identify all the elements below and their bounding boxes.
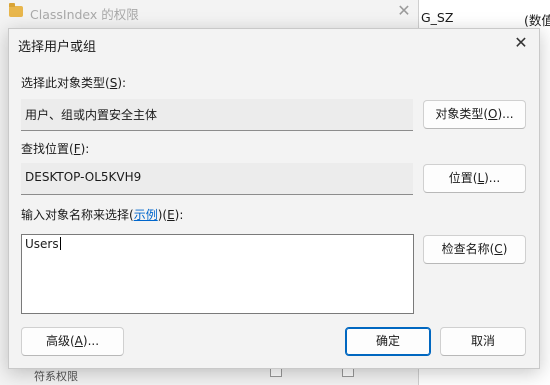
ok-button[interactable]: 确定	[345, 327, 431, 356]
close-icon[interactable]: ✕	[509, 32, 533, 54]
object-names-text: Users	[25, 237, 61, 251]
close-icon[interactable]: ✕	[395, 2, 413, 20]
cancel-button[interactable]: 取消	[440, 327, 526, 356]
text-caret	[59, 237, 61, 250]
background-titlebar: ClassIndex 的权限 ✕	[0, 0, 418, 26]
location-value: DESKTOP-OL5KVH9	[25, 170, 142, 184]
background-list-cell: (数值	[524, 13, 550, 28]
background-window-title: ClassIndex 的权限	[30, 7, 139, 22]
background-list-cell: G_SZ	[421, 10, 454, 25]
object-type-field: 用户、组或内置安全主体	[21, 99, 413, 131]
examples-link[interactable]: 示例	[134, 208, 158, 222]
background-row-label: 符系权限	[34, 370, 78, 383]
locations-button[interactable]: 位置(L)...	[423, 164, 526, 193]
dialog-title: 选择用户或组	[18, 40, 97, 55]
advanced-button[interactable]: 高级(A)...	[21, 327, 124, 356]
object-type-label: 选择此对象类型(S):	[21, 76, 127, 90]
location-field: DESKTOP-OL5KVH9	[21, 163, 413, 195]
folder-icon	[9, 3, 23, 17]
object-names-input[interactable]: Users	[21, 234, 414, 314]
object-types-button[interactable]: 对象类型(O)...	[423, 100, 526, 129]
check-names-button[interactable]: 检查名称(C)	[423, 235, 526, 264]
location-label: 查找位置(F):	[21, 142, 90, 156]
object-names-label: 输入对象名称来选择(示例)(E):	[21, 208, 184, 222]
select-users-dialog: 选择用户或组 ✕ 选择此对象类型(S): 用户、组或内置安全主体 对象类型(O)…	[8, 28, 540, 369]
object-type-value: 用户、组或内置安全主体	[25, 108, 158, 122]
